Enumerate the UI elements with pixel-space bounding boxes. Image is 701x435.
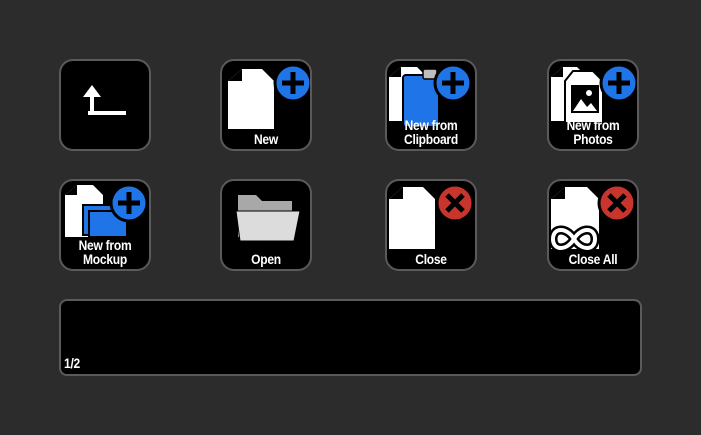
back-button[interactable] bbox=[59, 59, 151, 151]
close-button[interactable]: Close bbox=[385, 179, 477, 271]
back-arrow-icon bbox=[83, 85, 126, 115]
new-label: New bbox=[254, 131, 278, 147]
page-indicator: 1/2 bbox=[64, 355, 80, 371]
open-label: Open bbox=[251, 251, 281, 267]
close-all-label: Close All bbox=[568, 251, 618, 267]
open-button[interactable]: Open bbox=[220, 179, 312, 271]
new-from-mockup-button[interactable]: New from Mockup bbox=[59, 179, 151, 271]
new-from-photos-button[interactable]: New from Photos bbox=[547, 59, 639, 151]
new-from-clipboard-label: New from Clipboard bbox=[404, 117, 458, 147]
info-panel[interactable]: 1/2 bbox=[59, 299, 642, 376]
new-from-photos-label: New from Photos bbox=[566, 117, 620, 147]
new-button[interactable]: New bbox=[220, 59, 312, 151]
new-from-clipboard-button[interactable]: New from Clipboard bbox=[385, 59, 477, 151]
new-from-mockup-label: New from Mockup bbox=[78, 237, 132, 267]
close-all-button[interactable]: Close All bbox=[547, 179, 639, 271]
close-label: Close bbox=[415, 251, 447, 267]
